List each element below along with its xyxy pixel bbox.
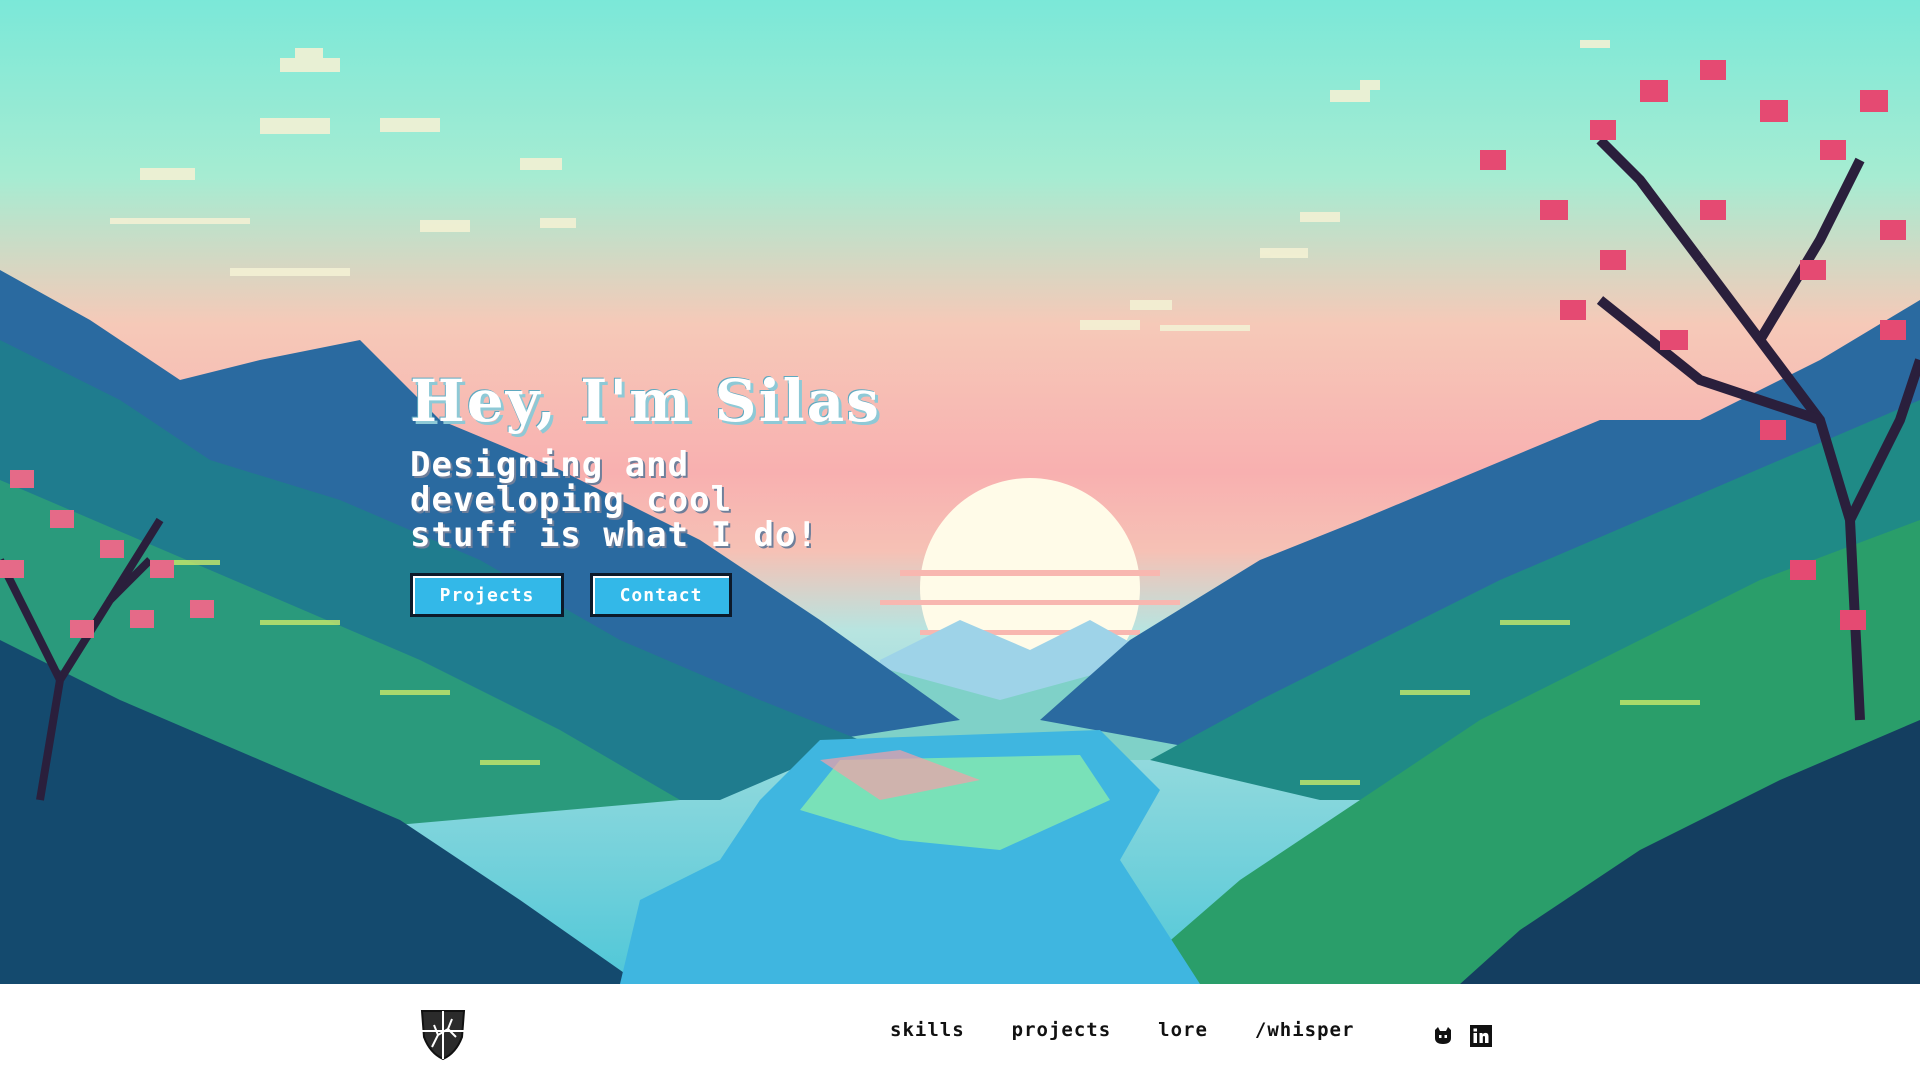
hero-subtitle: Designing and developing cool stuff is w… [410, 444, 970, 555]
hero-text-block: Hey, I'm Silas Designing and developing … [410, 367, 970, 555]
nav-link-whisper[interactable]: /whisper [1255, 1019, 1355, 1041]
hero-subtitle-line: stuff is what I do! [410, 514, 818, 555]
hero-subtitle-line: developing cool [410, 479, 733, 520]
nav-link-lore[interactable]: lore [1158, 1019, 1208, 1041]
contact-button[interactable]: Contact [590, 573, 732, 617]
hero-buttons: Projects Contact [410, 573, 732, 617]
nav-links: skills projects lore /whisper [890, 1019, 1354, 1041]
nav-link-projects[interactable]: projects [1012, 1019, 1112, 1041]
bottom-navbar: skills projects lore /whisper [0, 984, 1920, 1080]
hero-title: Hey, I'm Silas [410, 367, 881, 435]
projects-button[interactable]: Projects [410, 573, 564, 617]
hero-section: Hey, I'm Silas Designing and developing … [0, 0, 1920, 984]
nav-link-skills[interactable]: skills [890, 1019, 965, 1041]
shield-logo-icon[interactable] [418, 1007, 468, 1061]
github-icon[interactable] [1431, 1024, 1455, 1048]
hero-subtitle-line: Designing and [410, 444, 690, 485]
linkedin-icon[interactable] [1469, 1024, 1493, 1048]
